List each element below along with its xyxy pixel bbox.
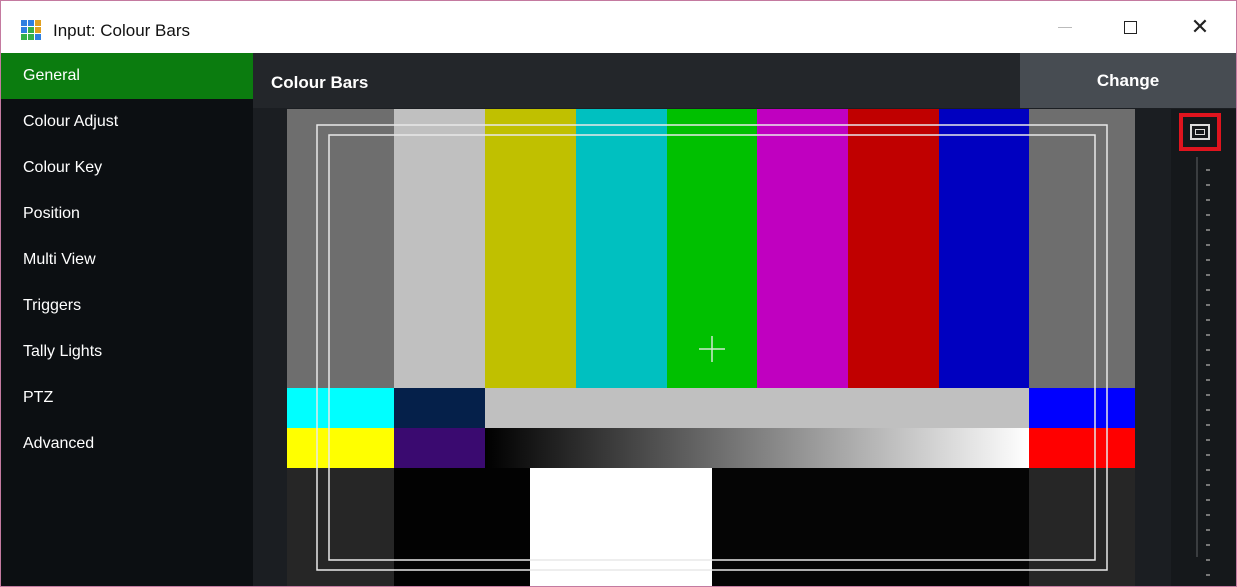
grey-ramp (485, 428, 1029, 468)
input-header: Colour Bars Change (253, 53, 1236, 108)
sidebar-item-triggers[interactable]: Triggers (1, 283, 253, 329)
sidebar-item-colour-adjust[interactable]: Colour Adjust (1, 99, 253, 145)
sidebar-item-general[interactable]: General (1, 53, 253, 99)
bottom-black-2 (712, 468, 1029, 586)
patch-purple (394, 428, 485, 468)
maximize-icon (1123, 20, 1137, 34)
bar-cyan (576, 109, 667, 388)
sidebar-item-ptz[interactable]: PTZ (1, 375, 253, 421)
patch-grey (485, 388, 1029, 428)
zoom-slider-track[interactable] (1196, 157, 1198, 557)
input-name: Colour Bars (271, 73, 369, 92)
sidebar-item-multi-view[interactable]: Multi View (1, 237, 253, 283)
bottom-black-1 (394, 468, 530, 586)
minimize-icon (1058, 26, 1072, 28)
zoom-panel (1171, 109, 1236, 586)
bottom-left-grey (287, 468, 394, 586)
zoom-fit-button[interactable] (1179, 113, 1221, 151)
close-button[interactable]: ✕ (1176, 1, 1224, 53)
patch-blue (1029, 388, 1135, 428)
zoom-fit-icon (1190, 124, 1210, 140)
test-pattern (287, 109, 1135, 586)
maximize-button[interactable] (1106, 1, 1154, 53)
bottom-right-grey (1029, 468, 1135, 586)
sidebar-item-position[interactable]: Position (1, 191, 253, 237)
minimize-button[interactable] (1041, 1, 1089, 53)
bar-yellow (485, 109, 576, 388)
title-bar[interactable]: Input: Colour Bars ✕ (1, 1, 1236, 53)
bar-blue (939, 109, 1029, 388)
patch-yellow (287, 428, 394, 468)
change-button[interactable]: Change (1020, 53, 1236, 108)
patch-navy (394, 388, 485, 428)
bar-grey (394, 109, 485, 388)
bar-red (848, 109, 939, 388)
main-panel: Colour Bars Change (253, 53, 1236, 586)
right-pillar (1029, 109, 1135, 388)
sidebar-item-advanced[interactable]: Advanced (1, 421, 253, 467)
input-window: Input: Colour Bars ✕ General Colour Adju… (0, 0, 1237, 587)
sidebar-item-colour-key[interactable]: Colour Key (1, 145, 253, 191)
bar-magenta (757, 109, 848, 388)
sidebar-item-tally-lights[interactable]: Tally Lights (1, 329, 253, 375)
sidebar: General Colour Adjust Colour Key Positio… (1, 53, 253, 586)
bottom-white-block (530, 468, 712, 586)
close-icon: ✕ (1190, 14, 1210, 39)
window-title: Input: Colour Bars (53, 21, 191, 40)
patch-red (1029, 428, 1135, 468)
vmix-grid-icon (21, 20, 41, 40)
patch-cyan (287, 388, 394, 428)
left-pillar (287, 109, 394, 388)
colour-bars-preview (287, 109, 1135, 586)
